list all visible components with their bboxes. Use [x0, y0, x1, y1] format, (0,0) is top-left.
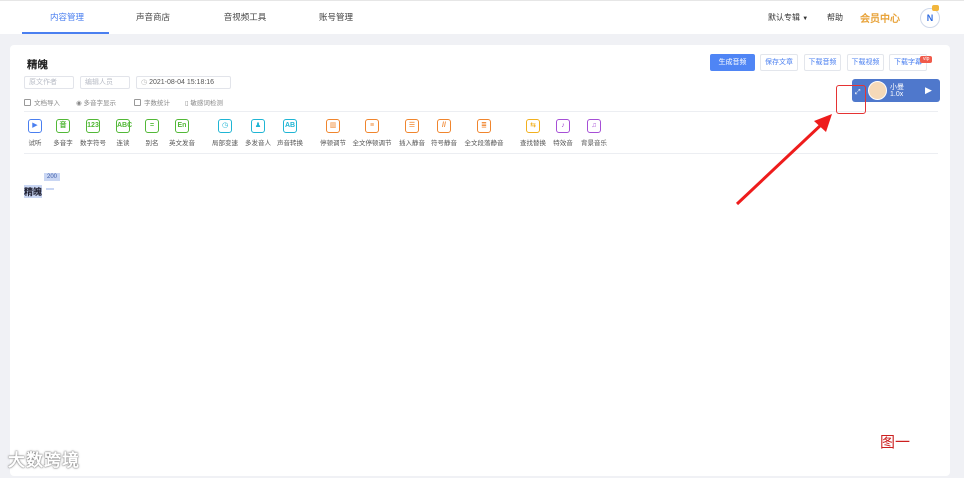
annotation-arrow — [735, 114, 832, 206]
watermark: 大数跨境 — [8, 451, 80, 470]
figure-label: 图一 — [880, 434, 911, 451]
